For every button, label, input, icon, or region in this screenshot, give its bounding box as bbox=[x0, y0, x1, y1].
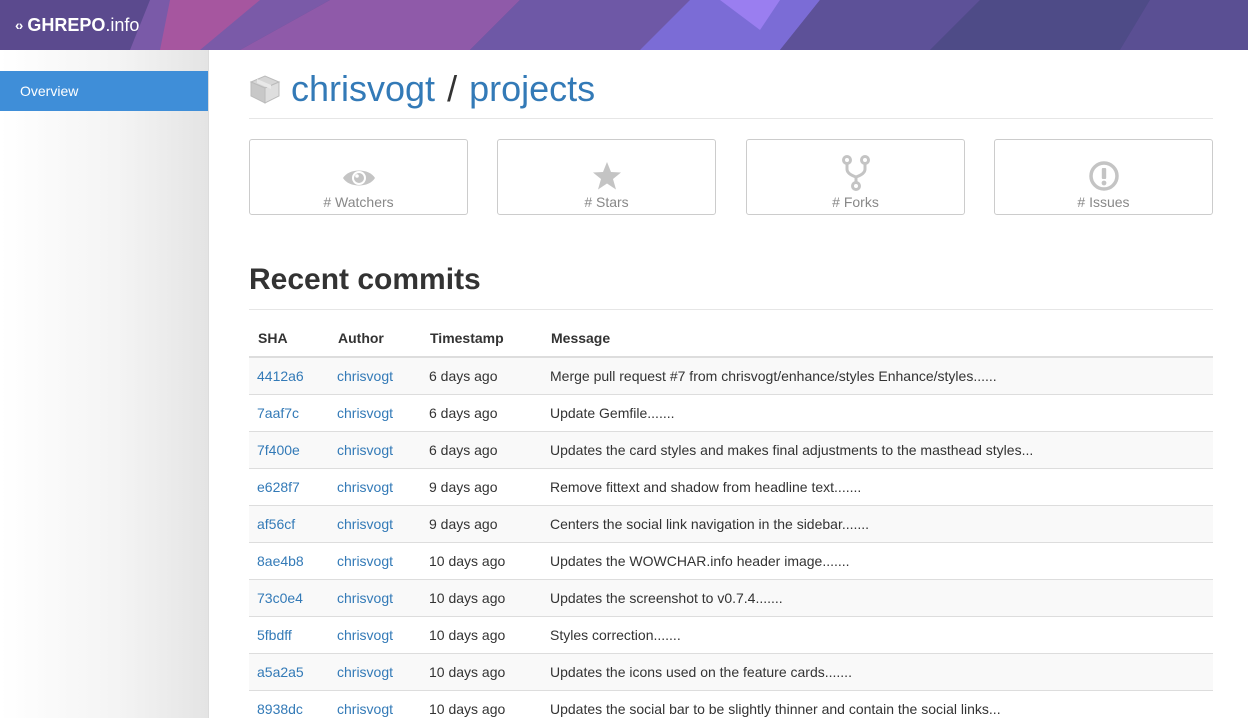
fork-icon bbox=[841, 155, 870, 191]
commit-message: Updates the card styles and makes final … bbox=[542, 430, 1213, 468]
commits-table: SHA Author Timestamp Message 4412a6 chri… bbox=[249, 320, 1213, 718]
commit-sha-link[interactable]: 5fbdff bbox=[257, 627, 292, 643]
table-row: af56cf chrisvogt 9 days ago Centers the … bbox=[249, 504, 1213, 542]
main-content: chrisvogt / projects # Watchers # Stars bbox=[249, 50, 1213, 718]
sidebar: Overview bbox=[0, 50, 209, 718]
commit-sha-link[interactable]: a5a2a5 bbox=[257, 664, 304, 680]
table-row: 7f400e chrisvogt 6 days ago Updates the … bbox=[249, 430, 1213, 468]
commit-timestamp: 10 days ago bbox=[421, 652, 542, 690]
commit-timestamp: 10 days ago bbox=[421, 578, 542, 616]
commit-message: Updates the screenshot to v0.7.4....... bbox=[542, 578, 1213, 616]
commit-sha-link[interactable]: 73c0e4 bbox=[257, 590, 303, 606]
code-icon: ‹› bbox=[15, 17, 23, 33]
commit-author-link[interactable]: chrisvogt bbox=[337, 442, 393, 458]
table-row: 4412a6 chrisvogt 6 days ago Merge pull r… bbox=[249, 356, 1213, 394]
commit-author-link[interactable]: chrisvogt bbox=[337, 479, 393, 495]
stars-card[interactable]: # Stars bbox=[497, 139, 716, 215]
commit-sha-link[interactable]: e628f7 bbox=[257, 479, 300, 495]
commit-message: Styles correction....... bbox=[542, 615, 1213, 653]
commit-message: Remove fittext and shadow from headline … bbox=[542, 467, 1213, 505]
table-row: 8938dc chrisvogt 10 days ago Updates the… bbox=[249, 689, 1213, 718]
commit-author-link[interactable]: chrisvogt bbox=[337, 701, 393, 717]
table-row: 73c0e4 chrisvogt 10 days ago Updates the… bbox=[249, 578, 1213, 616]
column-header-timestamp: Timestamp bbox=[421, 320, 542, 358]
cube-icon bbox=[249, 75, 281, 104]
commit-author-link[interactable]: chrisvogt bbox=[337, 664, 393, 680]
commit-sha-link[interactable]: 7f400e bbox=[257, 442, 300, 458]
commit-timestamp: 10 days ago bbox=[421, 615, 542, 653]
column-header-message: Message bbox=[542, 320, 1213, 358]
watchers-label: # Watchers bbox=[323, 194, 394, 210]
commit-sha-link[interactable]: 4412a6 bbox=[257, 368, 304, 384]
title-separator: / bbox=[447, 68, 458, 109]
commit-message: Merge pull request #7 from chrisvogt/enh… bbox=[542, 356, 1213, 394]
forks-card[interactable]: # Forks bbox=[746, 139, 965, 215]
commit-author-link[interactable]: chrisvogt bbox=[337, 405, 393, 421]
commit-timestamp: 6 days ago bbox=[421, 393, 542, 431]
commit-sha-link[interactable]: 7aaf7c bbox=[257, 405, 299, 421]
table-row: e628f7 chrisvogt 9 days ago Remove fitte… bbox=[249, 467, 1213, 505]
table-header-row: SHA Author Timestamp Message bbox=[249, 320, 1213, 358]
commit-message: Update Gemfile....... bbox=[542, 393, 1213, 431]
sidebar-item-overview[interactable]: Overview bbox=[0, 71, 208, 111]
eye-icon bbox=[342, 170, 375, 186]
commit-timestamp: 6 days ago bbox=[421, 356, 542, 394]
issues-card[interactable]: # Issues bbox=[994, 139, 1213, 215]
commit-timestamp: 6 days ago bbox=[421, 430, 542, 468]
repo-name-link[interactable]: projects bbox=[469, 68, 595, 110]
commit-sha-link[interactable]: 8938dc bbox=[257, 701, 303, 717]
table-row: a5a2a5 chrisvogt 10 days ago Updates the… bbox=[249, 652, 1213, 690]
forks-label: # Forks bbox=[832, 194, 879, 210]
table-row: 5fbdff chrisvogt 10 days ago Styles corr… bbox=[249, 615, 1213, 653]
commit-timestamp: 10 days ago bbox=[421, 541, 542, 579]
commit-author-link[interactable]: chrisvogt bbox=[337, 627, 393, 643]
commit-timestamp: 9 days ago bbox=[421, 504, 542, 542]
top-navbar: ‹› GHREPO .info bbox=[0, 0, 1248, 50]
brand-logo[interactable]: ‹› GHREPO .info bbox=[15, 0, 139, 50]
commit-message: Updates the WOWCHAR.info header image...… bbox=[542, 541, 1213, 579]
commit-message: Centers the social link navigation in th… bbox=[542, 504, 1213, 542]
watchers-card[interactable]: # Watchers bbox=[249, 139, 468, 215]
column-header-author: Author bbox=[329, 320, 421, 358]
issues-label: # Issues bbox=[1077, 194, 1130, 210]
commit-author-link[interactable]: chrisvogt bbox=[337, 590, 393, 606]
commit-author-link[interactable]: chrisvogt bbox=[337, 516, 393, 532]
brand-name: GHREPO bbox=[27, 14, 106, 35]
commit-message: Updates the icons used on the feature ca… bbox=[542, 652, 1213, 690]
commit-message: Updates the social bar to be slightly th… bbox=[542, 689, 1213, 718]
commit-timestamp: 10 days ago bbox=[421, 689, 542, 718]
brand-suffix: .info bbox=[105, 14, 140, 35]
commit-sha-link[interactable]: 8ae4b8 bbox=[257, 553, 304, 569]
star-icon bbox=[592, 162, 621, 190]
page-title: chrisvogt / projects bbox=[249, 50, 1213, 119]
header-background bbox=[0, 0, 1248, 50]
commit-timestamp: 9 days ago bbox=[421, 467, 542, 505]
exclamation-circle-icon bbox=[1088, 161, 1119, 191]
commit-author-link[interactable]: chrisvogt bbox=[337, 553, 393, 569]
commit-sha-link[interactable]: af56cf bbox=[257, 516, 295, 532]
recent-commits-heading: Recent commits bbox=[249, 263, 1213, 310]
table-row: 8ae4b8 chrisvogt 10 days ago Updates the… bbox=[249, 541, 1213, 579]
stats-cards: # Watchers # Stars # Forks # Issues bbox=[249, 139, 1213, 215]
commit-author-link[interactable]: chrisvogt bbox=[337, 368, 393, 384]
table-row: 7aaf7c chrisvogt 6 days ago Update Gemfi… bbox=[249, 393, 1213, 431]
repo-owner-link[interactable]: chrisvogt bbox=[291, 68, 435, 110]
stars-label: # Stars bbox=[584, 194, 629, 210]
column-header-sha: SHA bbox=[249, 320, 329, 358]
